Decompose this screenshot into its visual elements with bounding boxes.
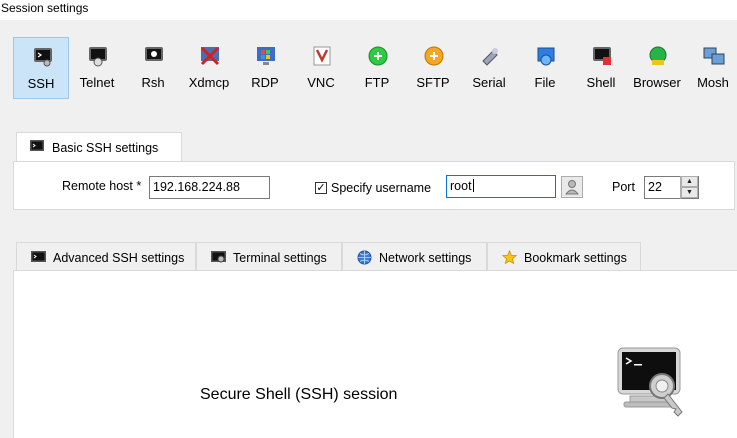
- protocol-label: Serial: [472, 75, 506, 90]
- tab-label: Bookmark settings: [524, 251, 627, 265]
- protocol-browser[interactable]: Browser: [629, 37, 685, 99]
- protocol-mosh[interactable]: Mosh: [685, 37, 737, 99]
- shell-icon: [593, 47, 611, 65]
- tab-advanced-ssh-settings[interactable]: Advanced SSH settings: [16, 242, 196, 271]
- sftp-icon: [424, 46, 444, 66]
- tab-label: Basic SSH settings: [52, 141, 159, 155]
- ssh-session-icon: [617, 347, 683, 417]
- username-input[interactable]: root: [446, 175, 556, 198]
- session-type-caption: Secure Shell (SSH) session: [200, 386, 398, 403]
- browser-icon: [649, 46, 667, 65]
- rdp-icon: [257, 47, 275, 65]
- telnet-icon: [89, 47, 107, 67]
- protocol-label: VNC: [307, 75, 335, 90]
- protocol-label: FTP: [364, 75, 390, 90]
- ftp-icon: [368, 46, 388, 66]
- user-icon: [564, 180, 580, 195]
- protocol-label: RDP: [251, 75, 279, 90]
- remote-host-label: Remote host *: [62, 179, 142, 193]
- tab-label: Terminal settings: [233, 251, 327, 265]
- protocol-vnc[interactable]: VNC: [293, 37, 349, 99]
- specify-username-label: Specify username: [331, 181, 432, 195]
- window-title: Session settings: [0, 0, 737, 20]
- serial-icon: [482, 48, 498, 66]
- port-value: 22: [648, 180, 662, 194]
- protocol-label: Rsh: [141, 75, 165, 90]
- protocol-file[interactable]: File: [517, 37, 573, 99]
- protocol-label: Mosh: [697, 75, 729, 90]
- terminal-icon: [31, 251, 46, 262]
- protocol-serial[interactable]: Serial: [461, 37, 517, 99]
- tab-label: Advanced SSH settings: [53, 251, 185, 265]
- protocol-ftp[interactable]: FTP: [349, 37, 405, 99]
- specify-username-checkbox[interactable]: ✓: [315, 182, 327, 194]
- remote-host-value: 192.168.224.88: [153, 180, 240, 194]
- port-label: Port: [612, 180, 635, 194]
- protocol-sftp[interactable]: SFTP: [405, 37, 461, 99]
- protocol-label: SFTP: [416, 75, 450, 90]
- protocol-telnet[interactable]: Telnet: [69, 37, 125, 99]
- tab-label: Network settings: [379, 251, 472, 265]
- protocol-xdmcp[interactable]: Xdmcp: [181, 37, 237, 99]
- vnc-icon: [313, 46, 331, 66]
- protocol-label: Browser: [633, 75, 681, 90]
- tab-bookmark-settings[interactable]: Bookmark settings: [487, 242, 641, 271]
- protocol-label: Xdmcp: [188, 75, 230, 90]
- protocol-shell[interactable]: Shell: [573, 37, 629, 99]
- protocol-rsh[interactable]: Rsh: [125, 37, 181, 99]
- tab-basic-ssh-settings[interactable]: Basic SSH settings: [16, 132, 182, 162]
- protocol-ssh[interactable]: SSH: [13, 37, 69, 99]
- protocol-label: Shell: [586, 75, 616, 90]
- user-credentials-button[interactable]: [561, 176, 583, 198]
- terminal-settings-icon: [211, 251, 226, 263]
- terminal-icon: [30, 140, 44, 151]
- ssh-icon: [34, 48, 52, 67]
- xdmcp-icon: [200, 46, 220, 66]
- port-increment-button[interactable]: ▲: [681, 176, 698, 187]
- text-caret: [472, 179, 474, 192]
- port-spinner: ▲ ▼: [680, 176, 698, 199]
- username-value: root: [450, 179, 472, 193]
- network-icon: [357, 250, 372, 265]
- mosh-icon: [703, 47, 725, 65]
- protocol-label: File: [534, 75, 556, 90]
- protocol-label: SSH: [27, 76, 55, 91]
- rsh-icon: [145, 47, 163, 61]
- tab-terminal-settings[interactable]: Terminal settings: [196, 242, 342, 271]
- port-decrement-button[interactable]: ▼: [681, 187, 698, 198]
- remote-host-input[interactable]: 192.168.224.88: [149, 176, 270, 199]
- star-icon: [502, 250, 517, 265]
- protocol-label: Telnet: [79, 75, 115, 90]
- tab-network-settings[interactable]: Network settings: [342, 242, 487, 271]
- file-icon: [537, 47, 555, 66]
- protocol-rdp[interactable]: RDP: [237, 37, 293, 99]
